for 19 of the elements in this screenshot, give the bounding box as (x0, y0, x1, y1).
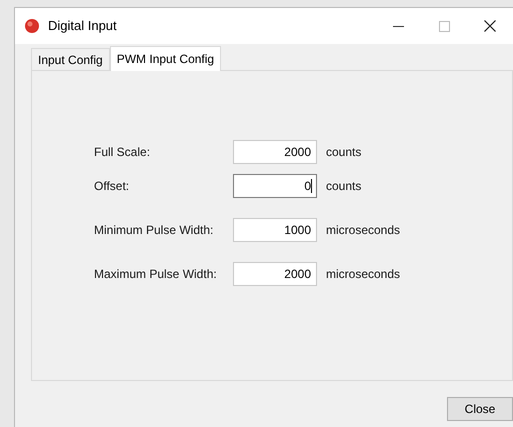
close-icon (484, 20, 496, 32)
field-label: Offset: (94, 178, 130, 195)
field-label: Maximum Pulse Width: (94, 266, 218, 283)
close-button[interactable]: Close (447, 397, 513, 421)
app-icon (24, 18, 40, 34)
input-field[interactable]: 2000 (233, 262, 317, 286)
maximize-icon (438, 20, 450, 32)
input-field[interactable]: 0 (233, 174, 317, 198)
unit-label: microseconds (326, 222, 400, 239)
unit-label: counts (326, 178, 362, 195)
tab[interactable]: PWM Input Config (110, 46, 222, 71)
unit-label: counts (326, 144, 362, 161)
input-field[interactable]: 1000 (233, 218, 317, 242)
field-label: Full Scale: (94, 144, 152, 161)
unit-label: microseconds (326, 266, 400, 283)
window-title: Digital Input (48, 17, 117, 36)
input-field[interactable]: 2000 (233, 140, 317, 164)
tab[interactable]: Input Config (31, 48, 110, 70)
field-label: Minimum Pulse Width: (94, 222, 214, 239)
